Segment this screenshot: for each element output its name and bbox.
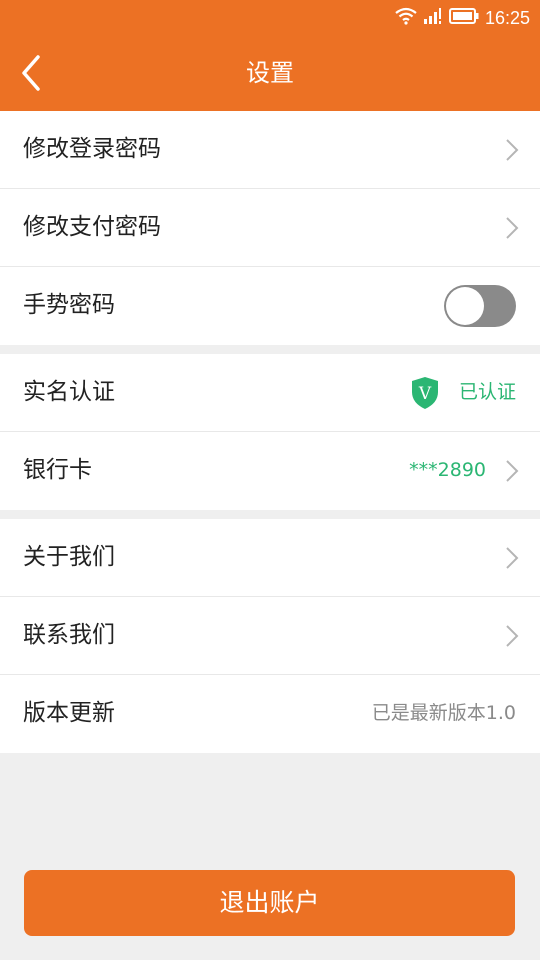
about-group: 关于我们 联系我们 版本更新 已是最新版本1.0 xyxy=(0,519,540,753)
row-label: 修改登录密码 xyxy=(23,136,161,162)
bank-card-row[interactable]: 银行卡 ***2890 xyxy=(0,432,540,510)
nav-bar: 设置 xyxy=(0,36,540,110)
row-label: 联系我们 xyxy=(23,622,115,648)
version-update-row[interactable]: 版本更新 已是最新版本1.0 xyxy=(0,675,540,753)
row-label: 关于我们 xyxy=(23,544,115,570)
version-status: 已是最新版本1.0 xyxy=(371,702,516,724)
shield-check-icon: V xyxy=(412,377,438,409)
row-label: 银行卡 xyxy=(23,457,92,483)
gesture-password-toggle[interactable] xyxy=(444,285,516,327)
row-label: 版本更新 xyxy=(23,700,115,726)
status-bar: 16:25 xyxy=(395,6,530,30)
battery-icon xyxy=(448,8,479,28)
svg-text:V: V xyxy=(418,384,432,404)
contact-us-row[interactable]: 联系我们 xyxy=(0,597,540,675)
chevron-right-icon xyxy=(506,547,519,569)
signal-icon xyxy=(423,7,443,29)
chevron-right-icon xyxy=(506,460,519,482)
wifi-icon xyxy=(395,7,417,29)
chevron-right-icon xyxy=(506,625,519,647)
toggle-knob xyxy=(446,287,484,325)
row-label: 修改支付密码 xyxy=(23,214,161,240)
app-header: 16:25 设置 xyxy=(0,0,540,111)
account-info-group: 实名认证 V 已认证 银行卡 ***2890 xyxy=(0,354,540,510)
about-us-row[interactable]: 关于我们 xyxy=(0,519,540,597)
chevron-right-icon xyxy=(506,139,519,161)
status-time: 16:25 xyxy=(484,7,530,28)
chevron-right-icon xyxy=(506,217,519,239)
change-payment-password-row[interactable]: 修改支付密码 xyxy=(0,189,540,267)
gesture-password-row: 手势密码 xyxy=(0,267,540,345)
page-title: 设置 xyxy=(246,59,294,87)
row-label: 手势密码 xyxy=(23,292,115,318)
security-settings-group: 修改登录密码 修改支付密码 手势密码 xyxy=(0,111,540,345)
logout-button[interactable]: 退出账户 xyxy=(24,870,515,936)
row-label: 实名认证 xyxy=(23,379,115,405)
change-login-password-row[interactable]: 修改登录密码 xyxy=(0,111,540,189)
real-name-verification-row[interactable]: 实名认证 V 已认证 xyxy=(0,354,540,432)
verification-status: 已认证 xyxy=(458,381,516,403)
bank-card-number: ***2890 xyxy=(409,459,486,481)
